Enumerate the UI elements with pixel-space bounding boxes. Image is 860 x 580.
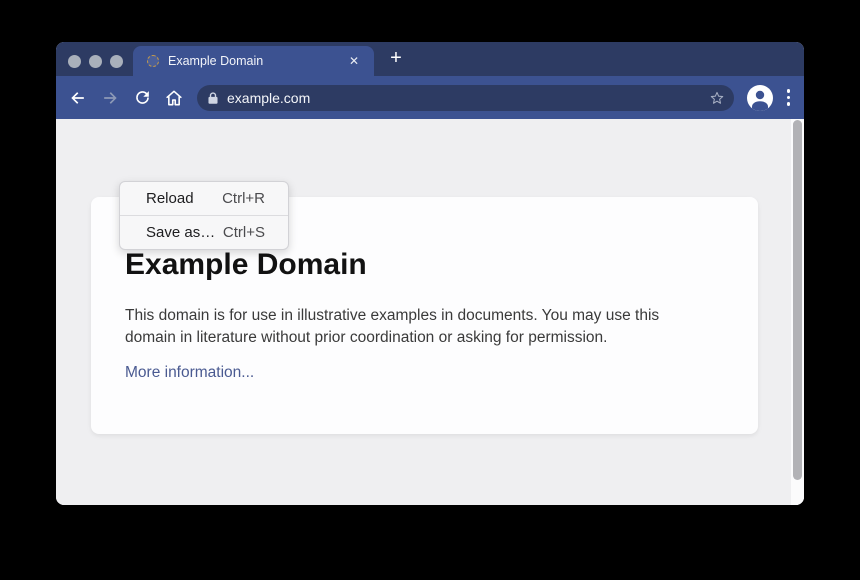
address-bar[interactable]: example.com (197, 85, 734, 111)
navigation-toolbar: example.com (56, 76, 804, 119)
kebab-dot (787, 96, 791, 100)
url-text[interactable]: example.com (227, 90, 310, 106)
menu-item-shortcut: Ctrl+S (223, 224, 265, 241)
menu-item-shortcut: Ctrl+R (222, 190, 265, 207)
page-viewport: Example Domain This domain is for use in… (56, 119, 804, 505)
profile-button[interactable] (747, 85, 773, 111)
back-arrow-icon (68, 88, 88, 108)
back-button[interactable] (66, 86, 90, 110)
kebab-dot (787, 89, 791, 93)
window-zoom-button[interactable] (110, 55, 123, 68)
page-paragraph: This domain is for use in illustrative e… (125, 305, 703, 348)
kebab-dot (787, 102, 791, 106)
reload-button[interactable] (130, 86, 154, 110)
tab-close-icon[interactable]: ✕ (346, 55, 362, 67)
home-icon (164, 88, 184, 108)
star-icon (708, 89, 726, 107)
avatar-icon (747, 85, 773, 111)
forward-arrow-icon (100, 88, 120, 108)
window-minimize-button[interactable] (89, 55, 102, 68)
page-title: Example Domain (125, 247, 724, 283)
home-button[interactable] (162, 86, 186, 110)
scrollbar-thumb[interactable] (793, 120, 802, 480)
lock-icon (207, 91, 219, 105)
bookmark-button[interactable] (708, 89, 726, 107)
context-menu-item-save-as[interactable]: Save as… Ctrl+S (120, 216, 288, 249)
window-close-button[interactable] (68, 55, 81, 68)
tab-strip: Example Domain ✕ + (56, 42, 804, 76)
context-menu-item-reload[interactable]: Reload Ctrl+R (120, 182, 288, 215)
context-menu: Reload Ctrl+R Save as… Ctrl+S (119, 181, 289, 250)
tab-example-domain[interactable]: Example Domain ✕ (133, 46, 374, 76)
tab-title: Example Domain (168, 54, 338, 68)
browser-menu-button[interactable] (787, 89, 791, 106)
window-controls (68, 55, 123, 68)
browser-window: Example Domain ✕ + example.com (56, 42, 804, 505)
scrollbar-track[interactable] (791, 119, 804, 505)
forward-button[interactable] (98, 86, 122, 110)
new-tab-button[interactable]: + (384, 47, 408, 71)
menu-item-label: Save as… (146, 224, 215, 241)
reload-icon (133, 88, 152, 107)
favicon-globe-icon (147, 55, 159, 67)
menu-item-label: Reload (146, 190, 194, 207)
more-information-link[interactable]: More information... (125, 364, 254, 382)
